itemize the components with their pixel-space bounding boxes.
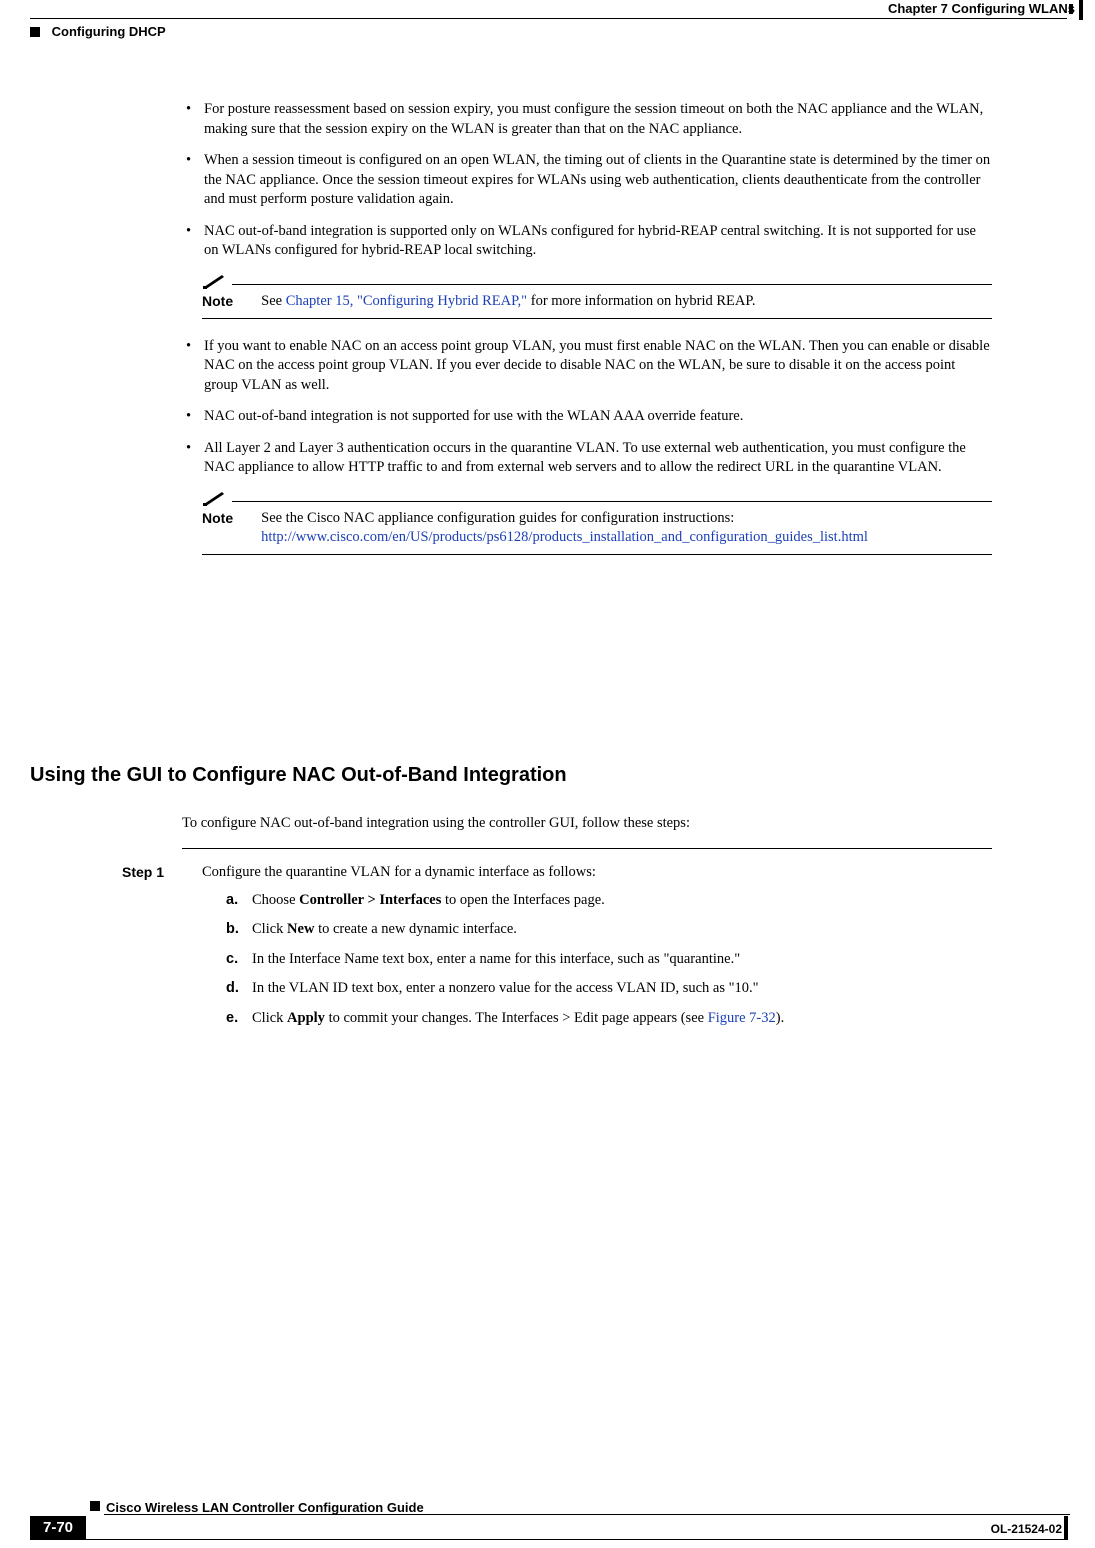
chapter-label: Chapter 7 Configuring WLANs	[888, 0, 1075, 18]
bullet-text: When a session timeout is configured on …	[204, 152, 990, 207]
note-block-1: Note See Chapter 15, "Configuring Hybrid…	[202, 273, 992, 319]
step-1-row: Step 1 Configure the quarantine VLAN for…	[102, 863, 992, 1038]
header-square-icon	[30, 27, 40, 37]
page-number: 7-70	[30, 1516, 86, 1540]
header-rule	[30, 18, 1067, 19]
sub-text: Choose Controller > Interfaces to open t…	[252, 891, 605, 911]
footer-top: Cisco Wireless LAN Controller Configurat…	[30, 1498, 1070, 1518]
bold: Controller > Interfaces	[299, 892, 441, 908]
note-rule-bottom	[202, 554, 992, 555]
note-label: Note	[202, 292, 233, 312]
note-post: for more information on hybrid REAP.	[527, 293, 755, 309]
sub-marker: c.	[226, 950, 252, 970]
steps-column: To configure NAC out-of-band integration…	[182, 802, 992, 1038]
sub-marker: d.	[226, 979, 252, 999]
substep-e: e. Click Apply to commit your changes. T…	[226, 1009, 992, 1029]
bullet-text: NAC out-of-band integration is supported…	[204, 223, 976, 259]
bullet-item: NAC out-of-band integration is not suppo…	[182, 407, 992, 427]
pencil-icon	[202, 273, 226, 289]
t: Click	[252, 1010, 287, 1026]
t: Choose	[252, 892, 299, 908]
bullet-text: If you want to enable NAC on an access p…	[204, 338, 990, 393]
substep-a: a. Choose Controller > Interfaces to ope…	[226, 891, 992, 911]
substep-d: d. In the VLAN ID text box, enter a nonz…	[226, 979, 992, 999]
nac-guide-link[interactable]: http://www.cisco.com/en/US/products/ps61…	[261, 529, 868, 545]
substep-c: c. In the Interface Name text box, enter…	[226, 950, 992, 970]
bullet-item: When a session timeout is configured on …	[182, 151, 992, 210]
bullet-text: NAC out-of-band integration is not suppo…	[204, 408, 743, 424]
step-1-label: Step 1	[122, 863, 184, 1038]
content-column: For posture reassessment based on sessio…	[182, 100, 992, 573]
step-1-content: Configure the quarantine VLAN for a dyna…	[202, 863, 992, 1038]
footer-square-icon	[90, 1501, 100, 1511]
intro-text: To configure NAC out-of-band integration…	[182, 814, 992, 834]
bullet-text: All Layer 2 and Layer 3 authentication o…	[204, 440, 966, 476]
sub-text: In the Interface Name text box, enter a …	[252, 950, 740, 970]
step-divider	[182, 848, 992, 849]
sub-marker: a.	[226, 891, 252, 911]
bullet-text: For posture reassessment based on sessio…	[204, 101, 983, 137]
t: to open the Interfaces page.	[441, 892, 604, 908]
sub-marker: b.	[226, 920, 252, 940]
note-rule-top	[232, 284, 992, 285]
bullet-list-2: If you want to enable NAC on an access p…	[182, 337, 992, 478]
bullet-list-1: For posture reassessment based on sessio…	[182, 100, 992, 261]
section-label: Configuring DHCP	[52, 23, 166, 41]
substeps-list: a. Choose Controller > Interfaces to ope…	[226, 891, 992, 1029]
t: ).	[776, 1010, 784, 1026]
header-bar-right-2	[1069, 4, 1073, 14]
footer-rule	[104, 1514, 1070, 1515]
header-band: Chapter 7 Configuring WLANs	[25, 0, 1075, 20]
note-text: See the Cisco NAC appliance configuratio…	[261, 509, 868, 548]
header-bar-right-1	[1079, 0, 1083, 20]
subheading: Using the GUI to Configure NAC Out-of-Ba…	[30, 762, 567, 789]
page: Chapter 7 Configuring WLANs Configuring …	[0, 0, 1095, 1548]
note-rule-bottom	[202, 318, 992, 319]
t: to commit your changes. The Interfaces >…	[325, 1010, 708, 1026]
doc-id: OL-21524-02	[991, 1521, 1062, 1537]
figure-7-32-link[interactable]: Figure 7-32	[708, 1010, 776, 1026]
sub-text: In the VLAN ID text box, enter a nonzero…	[252, 979, 759, 999]
substep-b: b. Click New to create a new dynamic int…	[226, 920, 992, 940]
bullet-item: For posture reassessment based on sessio…	[182, 100, 992, 139]
note-pre: See	[261, 293, 286, 309]
sub-text: Click Apply to commit your changes. The …	[252, 1009, 784, 1029]
t: Click	[252, 921, 287, 937]
footer-underline	[86, 1539, 1064, 1540]
t: to create a new dynamic interface.	[314, 921, 516, 937]
header-left: Configuring DHCP	[30, 22, 166, 42]
note-rule-top	[232, 501, 992, 502]
chapter-15-link[interactable]: Chapter 15, "Configuring Hybrid REAP,"	[286, 293, 527, 309]
bold: New	[287, 921, 314, 937]
note-label: Note	[202, 509, 233, 548]
bullet-item: NAC out-of-band integration is supported…	[182, 222, 992, 261]
bullet-item: All Layer 2 and Layer 3 authentication o…	[182, 439, 992, 478]
footer: Cisco Wireless LAN Controller Configurat…	[30, 1498, 1070, 1518]
note-line1: See the Cisco NAC appliance configuratio…	[261, 510, 734, 526]
note-text: See Chapter 15, "Configuring Hybrid REAP…	[261, 292, 755, 312]
sub-marker: e.	[226, 1009, 252, 1029]
step-1-text: Configure the quarantine VLAN for a dyna…	[202, 864, 596, 880]
footer-side-bar	[1064, 1516, 1074, 1540]
note-block-2: Note See the Cisco NAC appliance configu…	[202, 490, 992, 555]
footer-bar: 7-70 OL-21524-02	[30, 1516, 1070, 1540]
bold: Apply	[287, 1010, 325, 1026]
pencil-icon	[202, 490, 226, 506]
bullet-item: If you want to enable NAC on an access p…	[182, 337, 992, 396]
sub-text: Click New to create a new dynamic interf…	[252, 920, 517, 940]
